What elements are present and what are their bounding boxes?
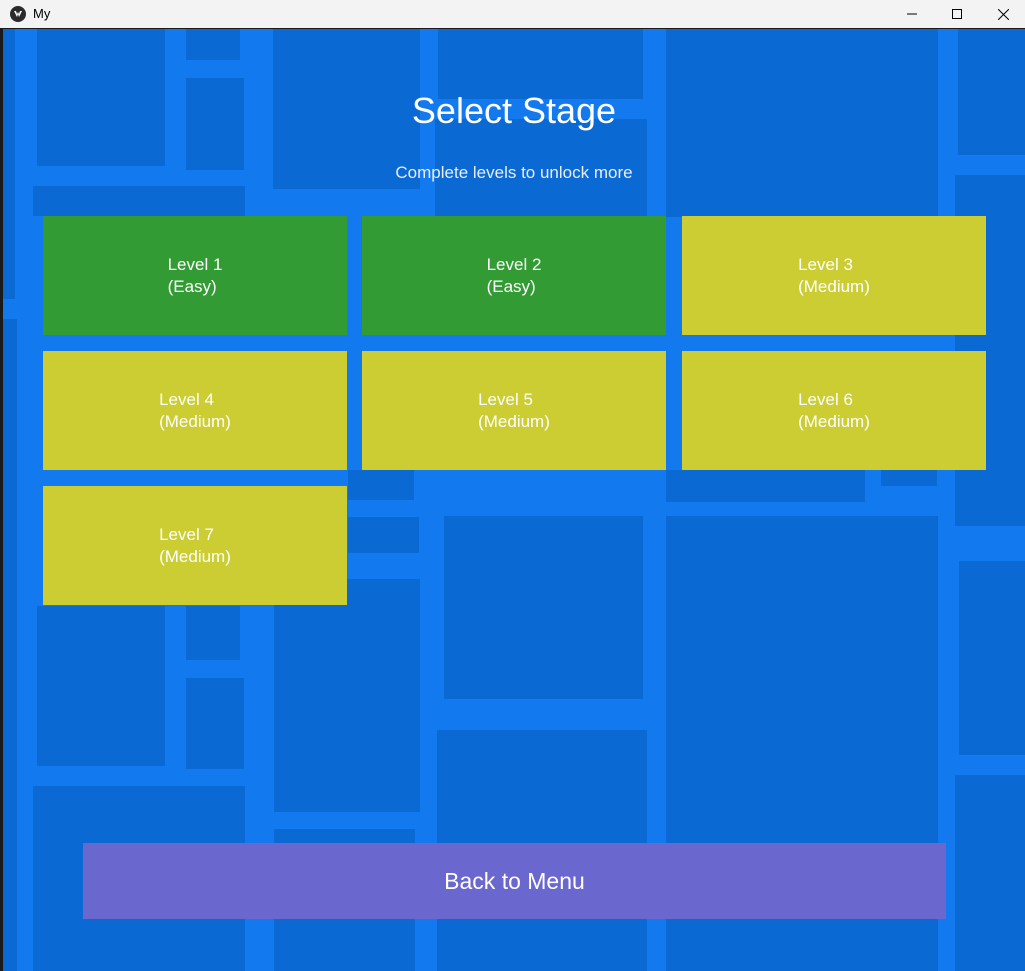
back-to-menu-button[interactable]: Back to Menu [83,843,946,919]
app-window: My Select Stage Complete levels to unloc… [0,0,1025,971]
page-subtitle: Complete levels to unlock more [395,163,633,182]
difficulty-label: (Medium) [478,411,550,431]
level-6-button[interactable]: Level 6 (Medium) [682,351,986,470]
maximize-icon [952,9,962,19]
level-3-button[interactable]: Level 3 (Medium) [682,216,986,335]
minimize-button[interactable] [889,0,935,28]
app-icon [10,6,26,22]
title-bar[interactable]: My [0,0,1025,28]
page-title: Select Stage [411,90,617,131]
level-label: Level 7 [159,524,214,544]
level-label: Level 4 [159,389,214,409]
level-label: Level 1 [167,254,223,274]
difficulty-label: (Medium) [159,546,231,566]
difficulty-label: (Easy) [486,276,536,296]
maximize-button[interactable] [934,0,980,28]
level-label: Level 2 [486,254,542,274]
level-label: Level 3 [798,254,853,274]
difficulty-label: (Medium) [798,411,870,431]
level-2-button[interactable]: Level 2 (Easy) [362,216,666,335]
close-icon [997,8,1009,20]
game-screen: Select Stage Complete levels to unlock m… [3,29,1025,971]
level-label: Level 5 [478,389,533,409]
level-7-button[interactable]: Level 7 (Medium) [43,486,347,605]
difficulty-label: (Easy) [167,276,217,296]
level-1-button[interactable]: Level 1 (Easy) [43,216,347,335]
difficulty-label: (Medium) [159,411,231,431]
difficulty-label: (Medium) [798,276,870,296]
window-title: My [33,6,51,21]
level-4-button[interactable]: Level 4 (Medium) [43,351,347,470]
level-5-button[interactable]: Level 5 (Medium) [362,351,666,470]
close-button[interactable] [980,0,1025,28]
level-label: Level 6 [798,389,853,409]
minimize-icon [907,13,917,15]
